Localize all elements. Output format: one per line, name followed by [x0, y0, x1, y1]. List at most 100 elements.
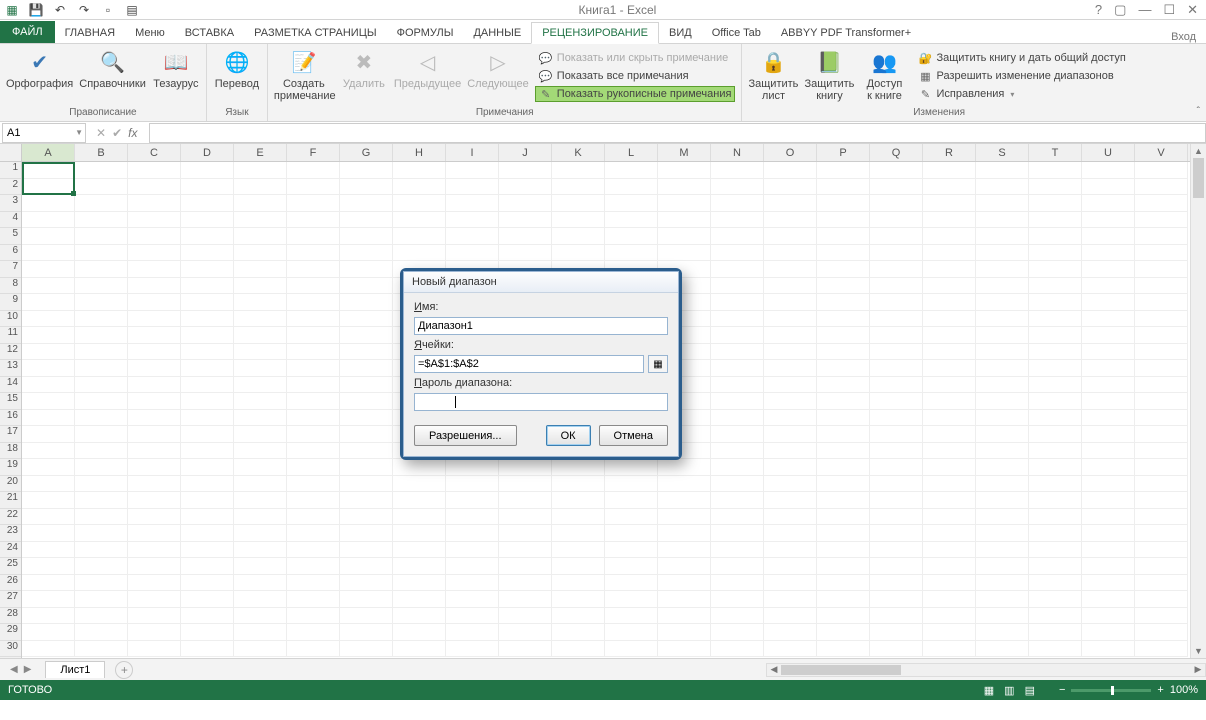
cell[interactable]: [658, 459, 711, 476]
row-header[interactable]: 19: [0, 459, 21, 476]
cell[interactable]: [340, 492, 393, 509]
cell[interactable]: [605, 162, 658, 179]
cell[interactable]: [870, 624, 923, 641]
cell[interactable]: [128, 591, 181, 608]
cell[interactable]: [817, 641, 870, 658]
cell[interactable]: [393, 558, 446, 575]
cell[interactable]: [923, 492, 976, 509]
cell[interactable]: [181, 294, 234, 311]
doc-dropdown-icon[interactable]: ▤: [124, 2, 140, 18]
cell[interactable]: [1135, 410, 1188, 427]
cell[interactable]: [1082, 162, 1135, 179]
cell[interactable]: [605, 525, 658, 542]
row-header[interactable]: 10: [0, 311, 21, 328]
cell[interactable]: [605, 195, 658, 212]
cell[interactable]: [711, 212, 764, 229]
cell[interactable]: [287, 410, 340, 427]
cell[interactable]: [976, 624, 1029, 641]
cell[interactable]: [22, 492, 75, 509]
cell[interactable]: [764, 575, 817, 592]
tab-formulas[interactable]: ФОРМУЛЫ: [387, 23, 464, 43]
cell[interactable]: [976, 410, 1029, 427]
cell[interactable]: [446, 179, 499, 196]
cell[interactable]: [22, 294, 75, 311]
cell[interactable]: [870, 162, 923, 179]
cell[interactable]: [234, 443, 287, 460]
cell[interactable]: [817, 426, 870, 443]
row-header[interactable]: 25: [0, 558, 21, 575]
cell[interactable]: [393, 575, 446, 592]
cell[interactable]: [128, 476, 181, 493]
cell[interactable]: [923, 377, 976, 394]
cell[interactable]: [1029, 179, 1082, 196]
cell[interactable]: [870, 261, 923, 278]
cell[interactable]: [1082, 228, 1135, 245]
cell[interactable]: [764, 426, 817, 443]
cell[interactable]: [764, 558, 817, 575]
cell[interactable]: [923, 624, 976, 641]
cell[interactable]: [817, 228, 870, 245]
cell[interactable]: [181, 360, 234, 377]
cell[interactable]: [181, 377, 234, 394]
cell[interactable]: [181, 426, 234, 443]
column-header[interactable]: D: [181, 144, 234, 161]
view-pagelayout-icon[interactable]: ▥: [1004, 684, 1014, 697]
cell[interactable]: [976, 162, 1029, 179]
cell[interactable]: [711, 459, 764, 476]
cell[interactable]: [287, 558, 340, 575]
cell[interactable]: [22, 410, 75, 427]
cell[interactable]: [1082, 476, 1135, 493]
cell[interactable]: [1029, 476, 1082, 493]
cell[interactable]: [976, 212, 1029, 229]
cell[interactable]: [1029, 228, 1082, 245]
row-header[interactable]: 21: [0, 492, 21, 509]
cell[interactable]: [234, 393, 287, 410]
cell[interactable]: [817, 558, 870, 575]
cell[interactable]: [499, 542, 552, 559]
cell[interactable]: [340, 327, 393, 344]
cell[interactable]: [552, 641, 605, 658]
cell[interactable]: [870, 377, 923, 394]
show-all-comments-button[interactable]: 💬Показать все примечания: [535, 68, 736, 84]
cell[interactable]: [923, 344, 976, 361]
cell[interactable]: [446, 459, 499, 476]
cell[interactable]: [870, 245, 923, 262]
cell[interactable]: [817, 459, 870, 476]
cell[interactable]: [128, 410, 181, 427]
cell[interactable]: [552, 525, 605, 542]
cell[interactable]: [287, 377, 340, 394]
column-header[interactable]: Q: [870, 144, 923, 161]
cell[interactable]: [75, 542, 128, 559]
cell[interactable]: [1029, 212, 1082, 229]
cell[interactable]: [128, 327, 181, 344]
cell[interactable]: [128, 294, 181, 311]
cell[interactable]: [1135, 492, 1188, 509]
cell[interactable]: [1082, 459, 1135, 476]
cell[interactable]: [340, 410, 393, 427]
cell[interactable]: [605, 608, 658, 625]
row-header[interactable]: 15: [0, 393, 21, 410]
cell[interactable]: [181, 393, 234, 410]
cell[interactable]: [817, 360, 870, 377]
column-header[interactable]: P: [817, 144, 870, 161]
cell[interactable]: [1029, 459, 1082, 476]
scroll-down-icon[interactable]: ▼: [1191, 644, 1206, 658]
cell[interactable]: [287, 575, 340, 592]
row-header[interactable]: 18: [0, 443, 21, 460]
cell[interactable]: [22, 278, 75, 295]
cell[interactable]: [22, 641, 75, 658]
cell[interactable]: [1135, 525, 1188, 542]
cell[interactable]: [1029, 426, 1082, 443]
cell[interactable]: [446, 492, 499, 509]
row-header[interactable]: 22: [0, 509, 21, 526]
cell[interactable]: [1135, 261, 1188, 278]
cell[interactable]: [234, 542, 287, 559]
cell[interactable]: [287, 591, 340, 608]
cell[interactable]: [817, 212, 870, 229]
zoom-out-icon[interactable]: −: [1059, 684, 1065, 696]
cell[interactable]: [976, 558, 1029, 575]
cell[interactable]: [287, 195, 340, 212]
cell[interactable]: [181, 476, 234, 493]
row-header[interactable]: 14: [0, 377, 21, 394]
cell[interactable]: [976, 228, 1029, 245]
